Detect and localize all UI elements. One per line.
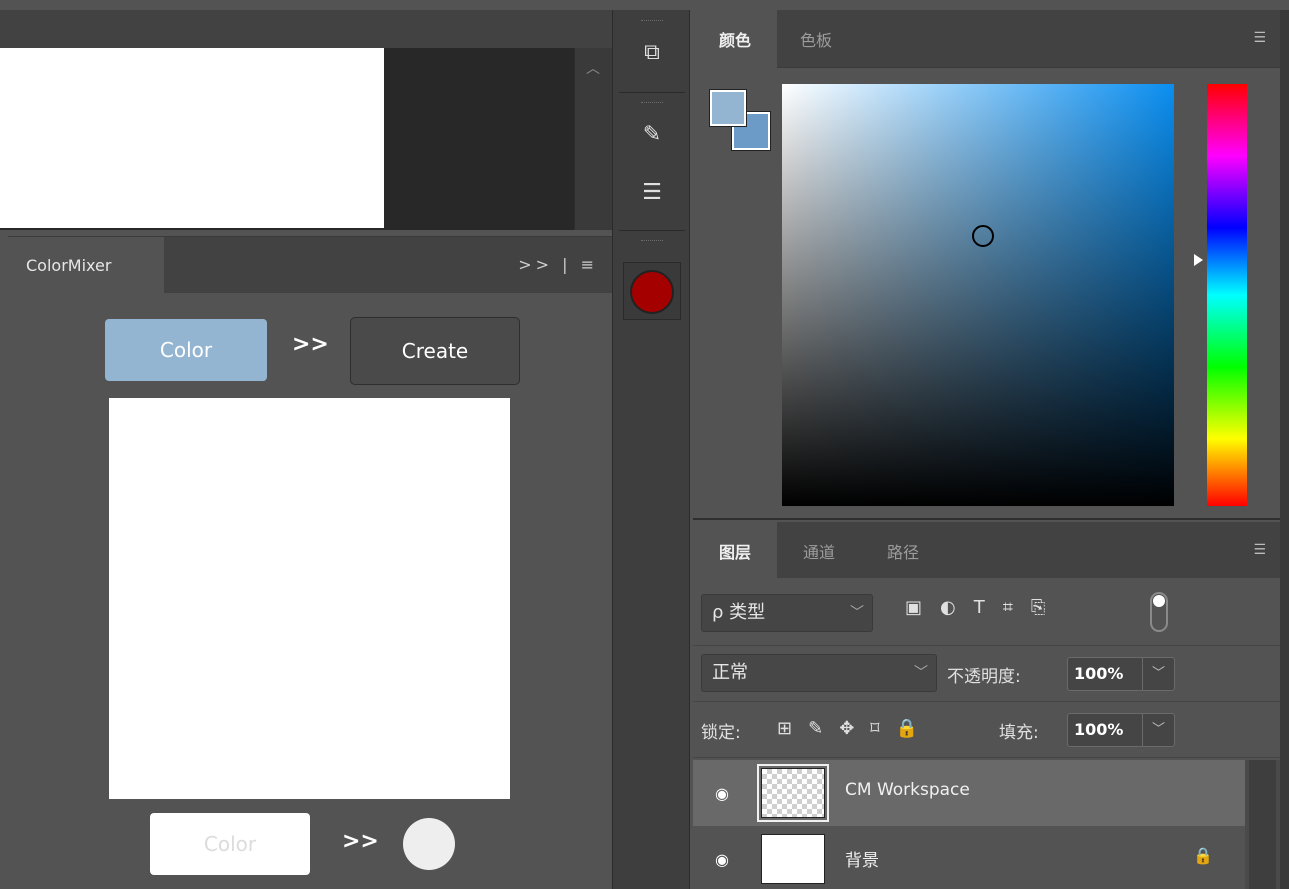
tab-paths[interactable]: 路径: [861, 522, 945, 580]
hue-slider[interactable]: [1207, 84, 1247, 506]
opacity-label: 不透明度:: [947, 667, 1021, 687]
chevron-down-icon[interactable]: ﹀: [1142, 714, 1174, 746]
layer-filter-icons[interactable]: ▣◐T⌗⎘: [905, 597, 1063, 618]
document-canvas-area: ︿: [0, 48, 612, 230]
tab-swatches[interactable]: 色板: [777, 10, 855, 68]
lock-all-icon[interactable]: 🔒: [896, 718, 934, 739]
smart-object-filter-icon[interactable]: ⎘: [1031, 597, 1063, 618]
blend-mode-label: 正常: [712, 662, 748, 683]
eye-icon[interactable]: ◉: [715, 850, 729, 869]
chevron-down-icon: ﹀: [850, 605, 864, 621]
layers-panel-tab-bar: 图层 通道 路径 ☰: [693, 522, 1280, 580]
panel-menu-icon[interactable]: ☰: [1253, 30, 1266, 46]
layer-thumbnail: [761, 834, 825, 884]
layer-row[interactable]: ◉ CM Workspace: [693, 760, 1245, 826]
layer-name: CM Workspace: [845, 780, 970, 800]
foreground-color-swatch[interactable]: [709, 89, 747, 127]
color-button[interactable]: Color: [105, 319, 267, 381]
layer-row[interactable]: ◉ 背景 🔒: [693, 826, 1245, 889]
tab-channels[interactable]: 通道: [777, 522, 861, 580]
color-panel-tab-bar: 颜色 色板 ☰: [693, 10, 1280, 68]
chevron-down-icon[interactable]: ﹀: [1142, 658, 1174, 690]
panel-dock-toolbar: ⧉ ✎ ☰: [612, 10, 690, 889]
layer-filter-select[interactable]: ρ 类型 ﹀: [701, 594, 873, 632]
divider: [619, 92, 685, 93]
document-tab-strip: [0, 10, 612, 48]
divider: [619, 230, 685, 231]
tab-color[interactable]: 颜色: [693, 10, 777, 68]
window-top-edge: [0, 0, 1289, 10]
scroll-up-icon[interactable]: ︿: [586, 58, 600, 78]
layer-thumbnail: [761, 768, 825, 818]
toggle-knob: [1153, 595, 1165, 607]
opacity-field[interactable]: 100% ﹀: [1067, 657, 1175, 691]
type-layer-filter-icon[interactable]: T: [974, 597, 1003, 618]
opacity-value: 100%: [1074, 664, 1124, 683]
colormixer-tab-bar: ColorMixer >> | ≡: [8, 237, 612, 293]
arrow-indicator-2: >>: [342, 829, 379, 854]
swatch-icon[interactable]: [630, 270, 674, 314]
document-canvas[interactable]: [0, 48, 384, 228]
layer-filter-label: ρ 类型: [712, 602, 766, 623]
blend-mode-select[interactable]: 正常 ﹀: [701, 654, 937, 692]
layer-name: 背景: [845, 851, 879, 871]
brush-presets-icon[interactable]: ✎: [619, 122, 685, 147]
shape-layer-filter-icon[interactable]: ⌗: [1003, 597, 1031, 618]
grip-handle[interactable]: [641, 102, 663, 104]
blend-row: 正常 ﹀ 不透明度: 100% ﹀: [693, 646, 1280, 702]
canvas-vertical-scrollbar[interactable]: ︿: [574, 48, 612, 230]
lock-position-icon[interactable]: ✥: [839, 718, 870, 739]
color-output-button[interactable]: Color: [150, 813, 310, 875]
mix-canvas[interactable]: [109, 398, 510, 799]
color-panel: 颜色 色板 ☰: [693, 10, 1280, 520]
lock-label: 锁定:: [701, 723, 741, 743]
hue-slider-marker[interactable]: [1194, 254, 1203, 266]
lock-row: 锁定: ⊞✎✥⌑🔒 填充: 100% ﹀: [693, 702, 1280, 758]
adjustment-layer-filter-icon[interactable]: ◐: [940, 597, 974, 618]
scrollbar-thumb[interactable]: [1249, 760, 1276, 889]
tab-layers[interactable]: 图层: [693, 522, 777, 580]
grip-handle[interactable]: [641, 20, 663, 22]
tab-colormixer[interactable]: ColorMixer: [8, 237, 164, 293]
panel-menu-icon[interactable]: >> | ≡: [518, 255, 598, 274]
brush-settings-icon[interactable]: ☰: [619, 180, 685, 205]
fill-label: 填充:: [999, 723, 1039, 743]
history-icon[interactable]: ⧉: [619, 40, 685, 65]
color-picker-cursor[interactable]: [972, 225, 994, 247]
create-button[interactable]: Create: [350, 317, 520, 385]
layers-panel: 图层 通道 路径 ☰ ρ 类型 ﹀ ▣◐T⌗⎘ 正常 ﹀ 不透明度: 100% …: [693, 522, 1280, 889]
window-right-edge: [1280, 10, 1289, 889]
filter-toggle[interactable]: [1150, 592, 1168, 632]
lock-transparent-pixels-icon[interactable]: ⊞: [777, 718, 808, 739]
lock-icon: 🔒: [1193, 846, 1213, 865]
saturation-value-picker[interactable]: [782, 84, 1174, 506]
fill-value: 100%: [1074, 720, 1124, 739]
grip-handle[interactable]: [641, 240, 663, 242]
arrow-indicator: >>: [292, 332, 329, 357]
pixel-layer-filter-icon[interactable]: ▣: [905, 597, 940, 618]
lock-image-pixels-icon[interactable]: ✎: [808, 718, 839, 739]
layer-filter-row: ρ 类型 ﹀ ▣◐T⌗⎘: [693, 578, 1280, 646]
fill-field[interactable]: 100% ﹀: [1067, 713, 1175, 747]
lock-artboard-icon[interactable]: ⌑: [870, 718, 895, 739]
colormixer-panel: ColorMixer >> | ≡ Color >> Create Color …: [8, 236, 612, 889]
panel-menu-icon[interactable]: ☰: [1253, 542, 1266, 558]
output-color-swatch[interactable]: [403, 818, 455, 870]
chevron-down-icon: ﹀: [914, 665, 928, 681]
eye-icon[interactable]: ◉: [715, 784, 729, 803]
layers-scrollbar[interactable]: [1245, 760, 1280, 889]
lock-icons[interactable]: ⊞✎✥⌑🔒: [777, 718, 934, 739]
